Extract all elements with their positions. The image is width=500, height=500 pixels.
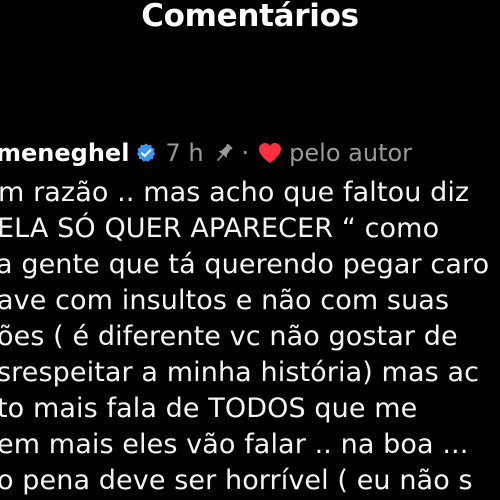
comments-screen: Comentários meneghel 7 h · pelo autor m … — [0, 0, 500, 500]
verified-badge-icon — [137, 143, 156, 162]
comment-line: em mais eles vão falar .. na boa ... — [0, 429, 469, 460]
comment-meta: meneghel 7 h · pelo autor — [0, 135, 412, 171]
page-title: Comentários — [141, 0, 359, 34]
liked-by-author-label: pelo autor — [289, 139, 413, 167]
comment-line: o pena deve ser horrível ( eu não s — [0, 465, 473, 496]
heart-icon — [259, 143, 282, 163]
comment-line: m razão .. mas acho que faltou diz — [0, 177, 470, 208]
comments-header: Comentários — [0, 0, 500, 40]
comment-line: to mais fala de TODOS que me — [0, 393, 418, 424]
comment-line: a gente que tá querendo pegar caro — [0, 249, 490, 280]
pin-icon — [216, 143, 232, 162]
comment-line: ELA SÓ QUER APARECER “ como — [0, 213, 440, 244]
comment-timestamp: 7 h — [165, 139, 204, 167]
comment-line: ões ( é diferente vc não gostar de — [0, 321, 458, 352]
comment-line: ave com insultos e não com suas — [0, 285, 450, 316]
comment-line: srespeitar a minha história) mas ac — [0, 357, 480, 388]
comment-username[interactable]: meneghel — [0, 139, 129, 167]
meta-separator: · — [241, 139, 250, 167]
